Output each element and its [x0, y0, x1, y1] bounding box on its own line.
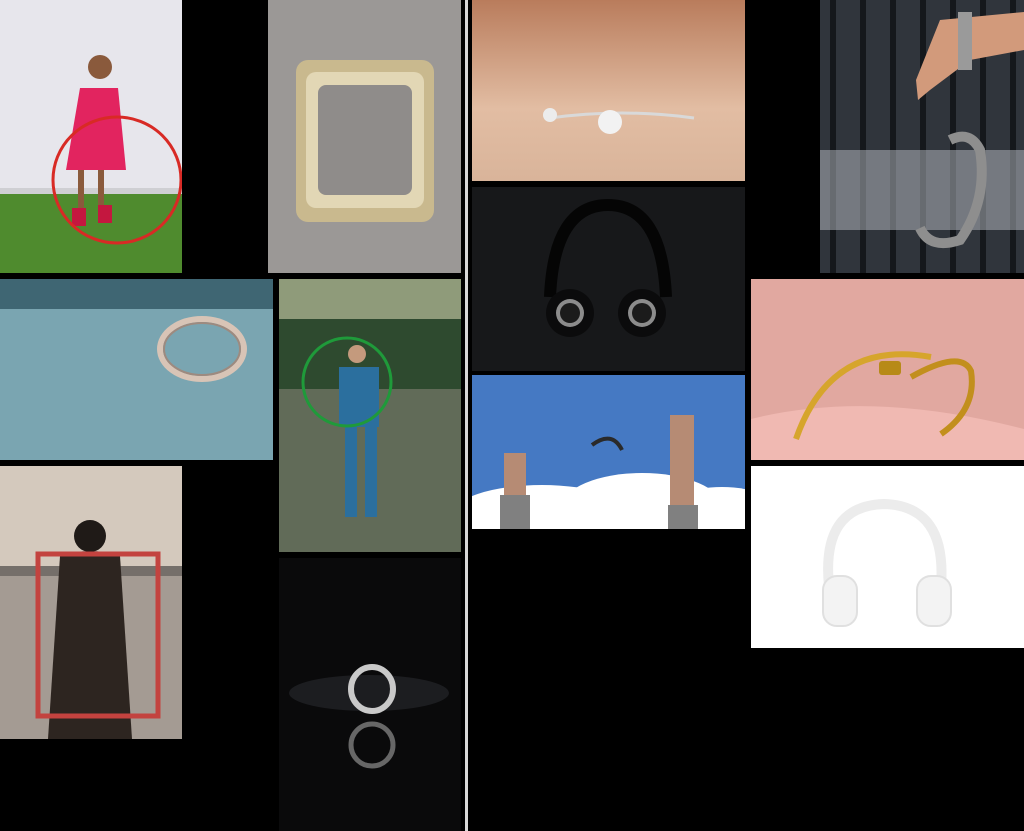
- photo-diamond-bracelet[interactable]: [472, 0, 745, 181]
- photo-ornate-frame[interactable]: [268, 0, 461, 273]
- ornate-frame-image: [268, 0, 461, 273]
- photo-hand-handcuff[interactable]: [820, 0, 1024, 273]
- photo-girl-hula-hoop[interactable]: [0, 0, 182, 273]
- photo-red-frame[interactable]: [0, 466, 182, 739]
- diamond-bracelet-image: [472, 0, 745, 181]
- hand-handcuff-image: [820, 0, 1024, 273]
- photo-gold-bracelet[interactable]: [751, 279, 1024, 460]
- white-headphones-image: [751, 466, 1024, 648]
- photo-breaking-handcuffs[interactable]: [472, 375, 745, 529]
- man-green-hoop-image: [279, 279, 461, 552]
- photo-gallery: [0, 0, 1024, 831]
- breaking-handcuffs-image: [472, 375, 745, 529]
- gold-bracelet-image: [751, 279, 1024, 460]
- black-headphones-image: [472, 187, 745, 371]
- photo-silver-ring[interactable]: [279, 558, 461, 831]
- column-divider: [465, 0, 468, 831]
- diamond-ring-image: [0, 279, 273, 460]
- photo-black-headphones[interactable]: [472, 187, 745, 371]
- photo-white-headphones[interactable]: [751, 466, 1024, 648]
- photo-diamond-ring[interactable]: [0, 279, 273, 460]
- red-frame-image: [0, 466, 182, 739]
- girl-hula-hoop-image: [0, 0, 182, 273]
- silver-ring-image: [279, 558, 461, 831]
- photo-man-green-hoop[interactable]: [279, 279, 461, 552]
